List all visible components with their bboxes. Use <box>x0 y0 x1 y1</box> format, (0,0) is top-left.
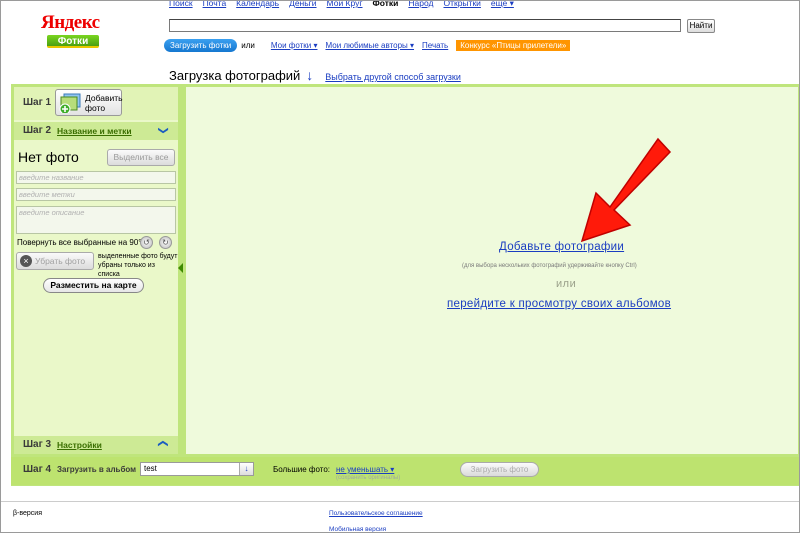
upload-photos-button[interactable]: Загрузить фотки <box>164 39 238 52</box>
contest-link[interactable]: Конкурс «Птицы прилетели» <box>456 40 571 51</box>
nav-item-search[interactable]: Поиск <box>169 1 193 9</box>
step2-title[interactable]: Название и метки <box>57 126 132 136</box>
step2-label: Шаг 2 <box>23 125 52 136</box>
nav-item-cards[interactable]: Открытки <box>443 1 480 9</box>
or-text: или <box>241 41 255 50</box>
photo-tags-field[interactable]: введите метки <box>16 188 176 201</box>
user-agreement-link[interactable]: Пользовательское соглашение <box>329 510 423 517</box>
big-photos-label: Большие фото: <box>273 465 331 474</box>
logo-text: Яндекс <box>41 12 100 33</box>
step4-label: Шаг 4 <box>23 464 52 475</box>
step3-label: Шаг 3 <box>23 439 52 450</box>
find-button[interactable]: Найти <box>687 19 715 33</box>
top-services-nav: Поиск Почта Календарь Деньги Мой Круг Фо… <box>169 0 514 9</box>
nav-item-more[interactable]: еще ▾ <box>491 1 514 9</box>
print-link[interactable]: Печать <box>422 41 448 50</box>
add-photo-button[interactable]: Добавить фото <box>55 89 123 116</box>
page-title: Загрузка фотографий <box>169 68 301 83</box>
fav-authors-link[interactable]: Мои любимые авторы ▾ <box>325 41 414 50</box>
photo-description-field[interactable]: введите описание <box>16 206 176 234</box>
rotate-right-icon[interactable]: ↻ <box>159 236 172 249</box>
step3-title[interactable]: Настройки <box>57 440 102 450</box>
title-row: Загрузка фотографий ↓ Выбрать другой спо… <box>169 67 461 83</box>
my-photos-link[interactable]: Мои фотки ▾ <box>271 41 318 50</box>
photo-name-field[interactable]: введите название <box>16 171 176 184</box>
place-on-map-button[interactable]: Разместить на карте <box>43 278 144 293</box>
nav-item-mail[interactable]: Почта <box>203 1 227 9</box>
beta-label: β-версия <box>13 510 42 517</box>
add-photo-icon <box>59 93 81 114</box>
yandex-fotki-upload-page: Яндекс Фотки Поиск Почта Календарь Деньг… <box>0 0 800 533</box>
fotki-subnav: Загрузить фотки или Мои фотки ▾ Мои люби… <box>164 39 571 52</box>
big-photos-dropdown[interactable]: не уменьшать ▾ <box>336 465 394 474</box>
chevron-up-icon[interactable]: ❯ <box>158 439 169 447</box>
or-separator: или <box>556 278 577 290</box>
album-select-value: test <box>144 464 157 473</box>
chevron-down-icon[interactable]: ❯ <box>158 126 169 134</box>
big-photos-note: (сохранить оригиналы) <box>336 475 401 481</box>
panel-pointer-icon <box>178 263 183 273</box>
rotate-left-icon[interactable]: ↺ <box>140 236 153 249</box>
upload-submit-button[interactable]: Загрузить фото <box>460 462 539 477</box>
nav-item-fotki: Фотки <box>372 0 399 8</box>
no-photo-text: Нет фото <box>18 149 79 165</box>
mobile-version-link[interactable]: Мобильная версия <box>329 526 386 532</box>
ctrl-hint: (для выбора нескольких фотографий удержи… <box>462 263 637 269</box>
dropdown-arrow-icon[interactable]: ↓ <box>239 463 253 475</box>
footer-divider <box>1 501 799 502</box>
album-select[interactable]: test ↓ <box>140 462 254 476</box>
logo-sub-badge: Фотки <box>47 35 99 48</box>
select-all-button[interactable]: Выделить все <box>107 149 175 166</box>
remove-note: выделенные фото будут убраны только из с… <box>98 253 178 278</box>
view-albums-link[interactable]: перейдите к просмотру своих альбомов <box>447 298 671 310</box>
step1-label: Шаг 1 <box>23 97 52 108</box>
photo-drop-area[interactable] <box>186 87 798 454</box>
down-arrow-icon: ↓ <box>306 67 314 83</box>
nav-item-narod[interactable]: Народ <box>408 1 433 9</box>
search-input[interactable] <box>169 19 681 32</box>
album-label: Загрузить в альбом <box>57 465 137 474</box>
nav-item-calendar[interactable]: Календарь <box>236 1 279 9</box>
yandex-logo[interactable]: Яндекс Фотки <box>41 13 111 49</box>
rotate-label: Повернуть все выбранные на 90° <box>17 238 142 247</box>
nav-item-moikrug[interactable]: Мой Круг <box>327 1 363 9</box>
close-icon: × <box>20 255 32 267</box>
add-photo-label: Добавить фото <box>85 92 123 113</box>
remove-photo-label: Убрать фото <box>35 256 86 266</box>
alt-upload-method-link[interactable]: Выбрать другой способ загрузки <box>325 72 461 82</box>
remove-photo-button[interactable]: × Убрать фото <box>16 252 94 270</box>
red-pointer-arrow-icon <box>566 133 676 251</box>
nav-item-money[interactable]: Деньги <box>289 1 316 9</box>
